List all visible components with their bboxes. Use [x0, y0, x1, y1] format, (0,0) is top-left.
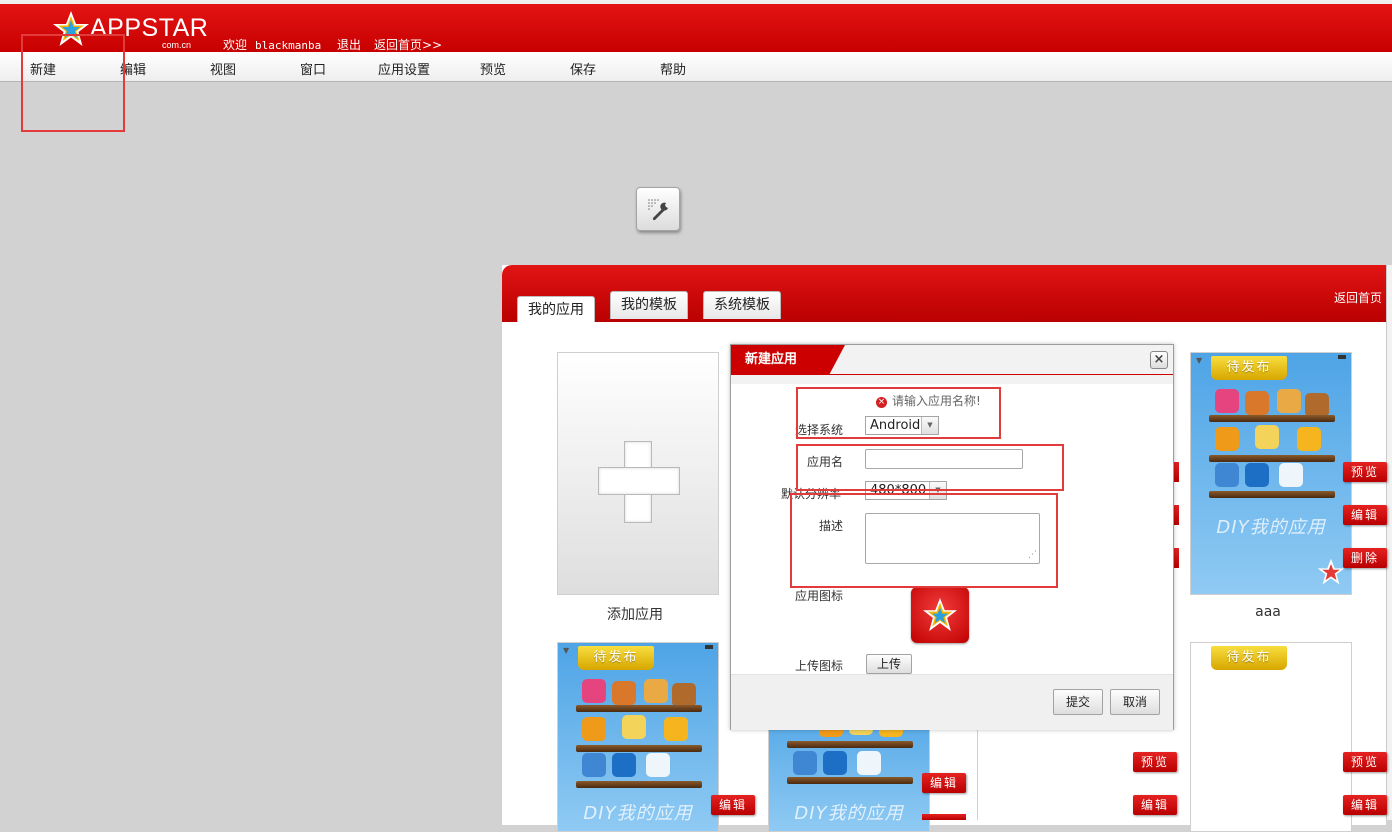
menu-help[interactable]: 帮助 [660, 59, 686, 78]
app-name-input[interactable] [865, 449, 1023, 469]
menu-edit[interactable]: 编辑 [120, 59, 146, 78]
error-text: 请输入应用名称! [892, 394, 981, 408]
appstar-logo[interactable]: APPSTAR com.cn [52, 10, 212, 56]
edit-button[interactable]: 编辑 [1133, 795, 1177, 815]
submit-button[interactable]: 提交 [1053, 689, 1103, 715]
edit-button[interactable]: 编辑 [1343, 505, 1387, 525]
brand-name: APPSTAR [90, 14, 209, 42]
preview-button[interactable]: 预览 [1343, 462, 1387, 482]
app-shelf-illustration [1205, 381, 1339, 521]
dialog-footer [731, 674, 1173, 730]
app-card-aaa[interactable]: ▼ 待发布 DIY我的应用 [1190, 352, 1352, 595]
edit-button[interactable]: 编辑 [922, 773, 966, 793]
tab-my-templates[interactable]: 我的模板 [610, 291, 688, 319]
app-icon-preview [911, 587, 969, 643]
minimize-icon [1338, 355, 1346, 359]
chevron-down-icon: ▼ [921, 417, 938, 434]
page-scrollbar[interactable] [1386, 265, 1392, 820]
menu-view[interactable]: 视图 [210, 59, 236, 78]
app-shelf-illustration [572, 671, 706, 811]
error-icon: × [876, 397, 887, 408]
chevron-down-icon: ▼ [929, 482, 946, 499]
diy-slogan: DIY我的应用 [583, 803, 693, 824]
collapse-icon: ▼ [563, 646, 570, 655]
resolution-label: 默认分辨率 [781, 487, 842, 501]
dialog-title-underline [731, 374, 1173, 375]
logout-link[interactable]: 退出 [337, 36, 361, 53]
app-name-label: 应用名 [807, 455, 844, 469]
back-home-link[interactable]: 返回首页>> [374, 36, 442, 53]
tools-button[interactable] [636, 187, 680, 231]
star-icon [1317, 558, 1345, 585]
dialog-title: 新建应用 [731, 345, 845, 375]
pending-badge: 待发布 [1211, 356, 1287, 380]
diy-slogan: DIY我的应用 [794, 803, 904, 824]
add-app-card[interactable] [557, 352, 719, 595]
upload-icon-label: 上传图标 [795, 659, 844, 673]
menu-bar: 新建 编辑 视图 窗口 应用设置 预览 保存 帮助 [0, 52, 1392, 82]
collapse-icon: ▼ [1196, 356, 1203, 365]
cancel-button[interactable]: 取消 [1110, 689, 1160, 715]
brand-domain: com.cn [162, 40, 192, 50]
wrench-icon [648, 199, 668, 221]
resolution-select-value: 480*800 [870, 483, 927, 498]
resize-grip-icon[interactable]: ⋰ [1028, 550, 1037, 560]
system-label: 选择系统 [795, 423, 844, 437]
plus-icon [598, 441, 680, 523]
menu-preview[interactable]: 预览 [480, 59, 506, 78]
system-select[interactable]: Android ▼ [865, 416, 939, 435]
top-header: APPSTAR com.cn 欢迎 blackmanba 退出 返回首页>> [0, 0, 1392, 52]
diy-slogan: DIY我的应用 [1216, 517, 1326, 538]
add-app-label: 添加应用 [607, 607, 663, 623]
menu-window[interactable]: 窗口 [300, 59, 326, 78]
dialog-header: 新建应用 × [731, 345, 1173, 384]
menu-new[interactable]: 新建 [30, 59, 56, 78]
menu-save[interactable]: 保存 [570, 59, 596, 78]
pending-badge: 待发布 [1211, 646, 1287, 670]
app-name-aaa: aaa [1255, 604, 1281, 620]
star-icon [922, 597, 958, 632]
app-icon-label: 应用图标 [795, 589, 844, 603]
description-textarea[interactable] [865, 513, 1040, 564]
menu-app-settings[interactable]: 应用设置 [378, 59, 430, 78]
upload-button[interactable]: 上传 [866, 654, 912, 674]
welcome-text: 欢迎 blackmanba [223, 36, 321, 53]
resolution-select[interactable]: 480*800 ▼ [865, 481, 947, 500]
edit-button[interactable]: 编辑 [711, 795, 755, 815]
tab-my-apps[interactable]: 我的应用 [517, 296, 595, 322]
system-select-value: Android [870, 418, 921, 433]
description-label: 描述 [819, 519, 844, 533]
app-card[interactable]: 待发布 [1190, 642, 1352, 832]
username: blackmanba [255, 39, 322, 52]
close-icon[interactable]: × [1150, 351, 1168, 369]
card-border [977, 730, 978, 820]
button-stub[interactable] [922, 814, 966, 820]
welcome-label: 欢迎 [223, 38, 248, 52]
tab-system-templates[interactable]: 系统模板 [703, 291, 781, 319]
preview-button[interactable]: 预览 [1133, 752, 1177, 772]
panel-header: 我的应用 我的模板 系统模板 返回首页 [502, 265, 1386, 322]
preview-button[interactable]: 预览 [1343, 752, 1387, 772]
error-message: × 请输入应用名称! [876, 392, 981, 409]
pending-badge: 待发布 [578, 646, 654, 670]
panel-back-home-link[interactable]: 返回首页 [1334, 289, 1382, 306]
edit-button[interactable]: 编辑 [1343, 795, 1387, 815]
minimize-icon [705, 645, 713, 649]
delete-button[interactable]: 删除 [1343, 548, 1387, 568]
app-card[interactable]: ▼ 待发布 DIY我的应用 [557, 642, 719, 832]
star-logo-icon [53, 11, 89, 46]
